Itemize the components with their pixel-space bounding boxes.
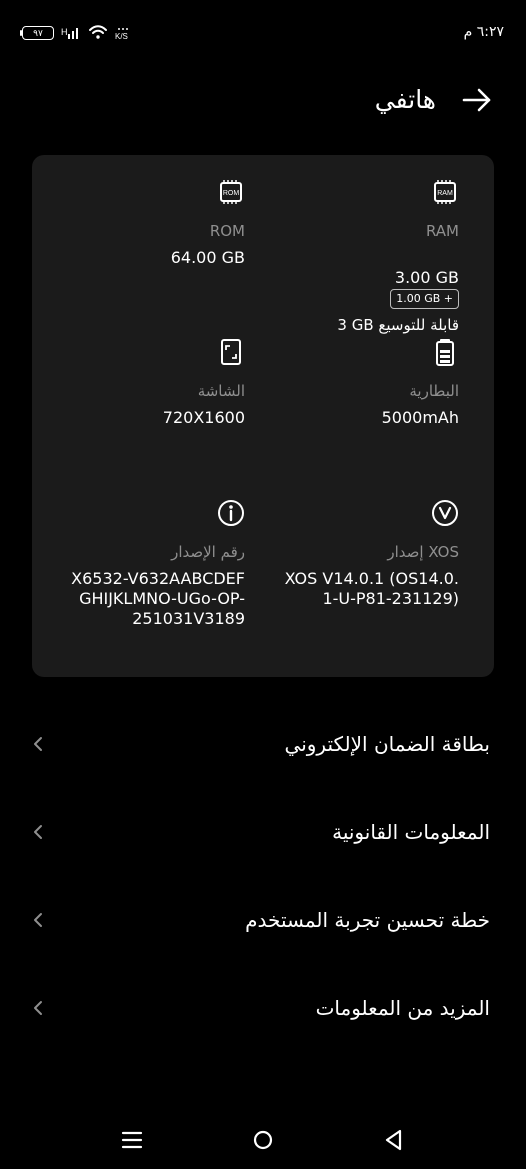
list-item-user-experience[interactable]: خطة تحسين تجربة المستخدم — [0, 906, 526, 994]
battery-indicator: ٩٧ — [20, 26, 54, 40]
app-header — [0, 70, 526, 135]
menu-icon — [121, 1131, 143, 1149]
screen-spec: الشاشة 720X1600 — [25, 338, 245, 428]
list-item-label: المزيد من المعلومات — [315, 996, 490, 1020]
ram-spec: RAM RAM 3.00 GB 1.00 GB + 3 GB قابلة للت… — [239, 178, 459, 335]
rom-value: 64.00 GB — [170, 248, 245, 267]
list-item-warranty[interactable]: بطاقة الضمان الإلكتروني — [0, 730, 526, 818]
home-button[interactable] — [252, 1129, 274, 1151]
screen-value: 720X1600 — [162, 408, 245, 427]
screen-icon — [217, 338, 245, 366]
build-spec: رقم الإصدار X6532-V632AABCDEF GHIJKLMNO-… — [25, 499, 245, 629]
chevron-left-icon — [30, 736, 46, 752]
xos-spec: إصدار XOS XOS V14.0.1 (OS14.0. 1-U-P81-2… — [239, 499, 459, 609]
wifi-icon — [88, 24, 108, 41]
signal-icon: H — [61, 24, 83, 41]
back-button[interactable] — [383, 1128, 403, 1152]
screen-label: الشاشة — [197, 382, 245, 400]
chevron-left-icon — [30, 824, 46, 840]
home-icon — [253, 1130, 273, 1150]
network-speed-label: K/S — [115, 32, 128, 41]
list-item-label: بطاقة الضمان الإلكتروني — [284, 732, 490, 756]
svg-text:RAM: RAM — [437, 190, 453, 197]
list-item-label: خطة تحسين تجربة المستخدم — [245, 908, 490, 932]
rom-label: ROM — [209, 222, 245, 240]
list-item-more-info[interactable]: المزيد من المعلومات — [0, 994, 526, 1082]
ram-chip-icon: RAM — [431, 178, 459, 206]
signal-label: H — [61, 27, 68, 37]
battery-label: البطارية — [409, 382, 459, 400]
ram-value: 3.00 GB — [394, 268, 459, 287]
list-item-legal[interactable]: المعلومات القانونية — [0, 818, 526, 906]
chevron-left-icon — [30, 1000, 46, 1016]
rom-spec: ROM ROM 64.00 GB — [25, 178, 245, 268]
ram-expandable-text: 3 GB قابلة للتوسيع — [337, 315, 459, 334]
battery-value: 5000mAh — [381, 408, 459, 427]
status-time: ٦:٢٧ م — [463, 24, 504, 40]
back-triangle-icon — [385, 1129, 402, 1151]
info-icon — [217, 499, 245, 527]
page-title: هاتفي — [374, 85, 436, 114]
battery-spec: البطارية 5000mAh — [239, 338, 459, 428]
list-item-label: المعلومات القانونية — [332, 820, 490, 844]
recent-apps-button[interactable] — [121, 1130, 143, 1150]
xos-label: إصدار XOS — [387, 543, 459, 561]
rom-chip-icon: ROM — [217, 178, 245, 206]
ram-value-row: 3.00 GB 1.00 GB + — [239, 248, 459, 309]
chevron-left-icon — [30, 912, 46, 928]
battery-icon — [431, 338, 459, 366]
build-value: X6532-V632AABCDEF GHIJKLMNO-UGo-OP- 2510… — [71, 569, 245, 628]
back-arrow-button[interactable] — [462, 86, 492, 114]
build-label: رقم الإصدار — [171, 543, 245, 561]
xos-value: XOS V14.0.1 (OS14.0. 1-U-P81-231129) — [284, 569, 459, 608]
expansion-chip: 1.00 GB + — [390, 288, 459, 309]
ram-label: RAM — [425, 222, 459, 240]
xos-icon — [431, 499, 459, 527]
svg-text:ROM: ROM — [223, 190, 240, 197]
network-speed: K/S — [113, 24, 133, 41]
